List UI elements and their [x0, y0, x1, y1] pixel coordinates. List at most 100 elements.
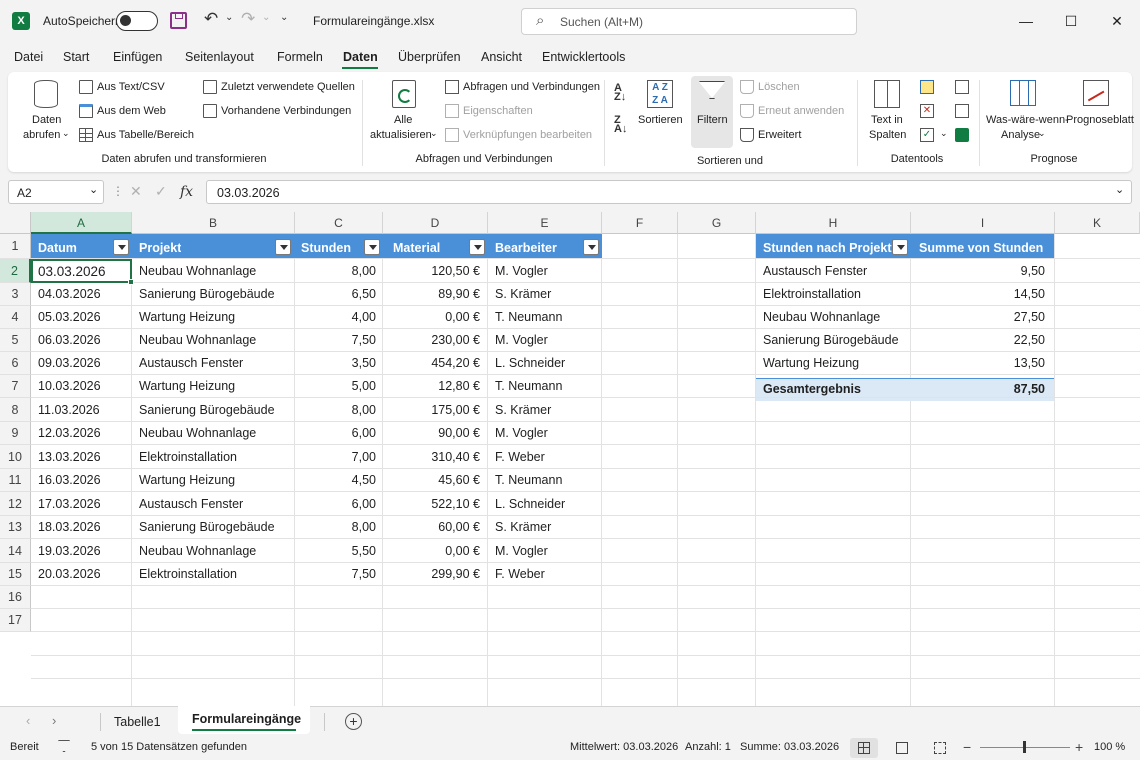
pivot-row-value[interactable]: 22,50	[911, 333, 1045, 347]
column-header-f[interactable]: F	[602, 212, 678, 234]
verknuepfungen-bearbeiten-button[interactable]: Verknüpfungen bearbeiten	[445, 128, 592, 142]
filter-dropdown-stunden[interactable]	[364, 239, 380, 255]
sort-az-icon[interactable]: A Z↓	[614, 83, 626, 103]
cell-bearbeiter[interactable]: S. Krämer	[495, 520, 595, 534]
filter-dropdown-projekt[interactable]	[275, 239, 291, 255]
cell-material[interactable]: 310,40 €	[386, 450, 480, 464]
tab-start[interactable]: Start	[63, 50, 89, 64]
tab-entwicklertools[interactable]: Entwicklertools	[542, 50, 625, 64]
tab-seitenlayout[interactable]: Seitenlayout	[185, 50, 254, 64]
column-header-g[interactable]: G	[678, 212, 756, 234]
row-header[interactable]: 1	[0, 234, 31, 259]
zoom-in-button[interactable]: +	[1075, 739, 1083, 755]
text-in-spalten-button[interactable]: Text in Spalten	[864, 78, 910, 144]
cell-bearbeiter[interactable]: T. Neumann	[495, 310, 595, 324]
cell-material[interactable]: 89,90 €	[386, 287, 480, 301]
pivot-row-value[interactable]: 14,50	[911, 287, 1045, 301]
pivot-row-label[interactable]: Sanierung Bürogebäude	[763, 333, 899, 347]
prognoseblatt-button[interactable]: Prognoseblatt	[1064, 78, 1134, 130]
cell-bearbeiter[interactable]: L. Schneider	[495, 497, 595, 511]
add-sheet-button[interactable]: +	[345, 713, 362, 730]
redo-icon[interactable]: ↷	[241, 9, 255, 29]
relationships-icon[interactable]	[955, 104, 969, 118]
tab-daten[interactable]: Daten	[343, 50, 378, 64]
cell-datum[interactable]: 12.03.2026	[38, 426, 126, 440]
maximize-button[interactable]: ☐	[1048, 0, 1094, 42]
cell-projekt[interactable]: Sanierung Bürogebäude	[139, 520, 289, 534]
daten-abrufen-button[interactable]: Daten abrufen ⌄	[20, 78, 72, 144]
cell-stunden[interactable]: 7,00	[298, 450, 376, 464]
column-header-h[interactable]: H	[756, 212, 911, 234]
cell-datum[interactable]: 04.03.2026	[38, 287, 126, 301]
tab-ansicht[interactable]: Ansicht	[481, 50, 522, 64]
cell-bearbeiter[interactable]: T. Neumann	[495, 379, 595, 393]
normal-view-button[interactable]	[850, 738, 878, 758]
cell-bearbeiter[interactable]: F. Weber	[495, 567, 595, 581]
cell-projekt[interactable]: Sanierung Bürogebäude	[139, 287, 289, 301]
cell-material[interactable]: 0,00 €	[386, 310, 480, 324]
undo-dropdown-icon[interactable]: ⌄	[225, 12, 233, 23]
select-all-corner[interactable]	[0, 212, 31, 234]
cell-material[interactable]: 299,90 €	[386, 567, 480, 581]
cell-material[interactable]: 12,80 €	[386, 379, 480, 393]
column-header-i[interactable]: I	[911, 212, 1055, 234]
column-header-e[interactable]: E	[488, 212, 602, 234]
cell-datum[interactable]: 19.03.2026	[38, 544, 126, 558]
cell-projekt[interactable]: Neubau Wohnanlage	[139, 426, 289, 440]
status-summe[interactable]: Summe: 03.03.2026	[740, 741, 839, 753]
column-header-d[interactable]: D	[383, 212, 488, 234]
row-header[interactable]: 11	[0, 469, 31, 492]
filter-dropdown-datum[interactable]	[113, 239, 129, 255]
cell-datum[interactable]: 20.03.2026	[38, 567, 126, 581]
cell-projekt[interactable]: Neubau Wohnanlage	[139, 544, 289, 558]
tab-ueberpruefen[interactable]: Überprüfen	[398, 50, 461, 64]
cell-bearbeiter[interactable]: F. Weber	[495, 450, 595, 464]
remove-duplicates-icon[interactable]: ✕	[920, 104, 934, 118]
cell-projekt[interactable]: Sanierung Bürogebäude	[139, 403, 289, 417]
column-header-a[interactable]: A	[31, 212, 132, 234]
cell-bearbeiter[interactable]: T. Neumann	[495, 473, 595, 487]
cell-stunden[interactable]: 5,50	[298, 544, 376, 558]
tab-einfuegen[interactable]: Einfügen	[113, 50, 162, 64]
pivot-row-value[interactable]: 27,50	[911, 310, 1045, 324]
pivot-row-label[interactable]: Elektroinstallation	[763, 287, 861, 301]
row-header[interactable]: 5	[0, 329, 31, 352]
was-waere-wenn-button[interactable]: Was-wäre-wenn- Analyse ⌄	[984, 78, 1069, 144]
cell-datum[interactable]: 06.03.2026	[38, 333, 126, 347]
column-header-c[interactable]: C	[295, 212, 383, 234]
erweitert-button[interactable]: Erweitert	[740, 128, 801, 142]
column-header-k[interactable]: K	[1055, 212, 1140, 234]
filter-dropdown-bearbeiter[interactable]	[583, 239, 599, 255]
cell-datum[interactable]: 10.03.2026	[38, 379, 126, 393]
scroll-right-icon[interactable]: ›	[52, 713, 56, 728]
eigenschaften-button[interactable]: Eigenschaften	[445, 104, 533, 118]
cell-projekt[interactable]: Austausch Fenster	[139, 356, 289, 370]
aus-tabelle-button[interactable]: Aus Tabelle/Bereich	[79, 128, 194, 142]
cell-datum[interactable]: 11.03.2026	[38, 403, 126, 417]
pivot-total-label[interactable]: Gesamtergebnis	[763, 382, 861, 396]
row-header[interactable]: 4	[0, 306, 31, 329]
row-header[interactable]: 15	[0, 563, 31, 586]
cell-datum[interactable]: 17.03.2026	[38, 497, 126, 511]
sheet-tab-tabelle1[interactable]: Tabelle1	[114, 715, 161, 729]
cell-stunden[interactable]: 4,00	[298, 310, 376, 324]
cell-projekt[interactable]: Elektroinstallation	[139, 450, 289, 464]
save-icon[interactable]	[170, 12, 187, 29]
quick-access-customize-icon[interactable]: ⌄	[280, 12, 288, 23]
enter-icon[interactable]: ✓	[155, 183, 167, 200]
sortieren-button[interactable]: A ZZ A Sortieren	[638, 78, 683, 130]
cell-material[interactable]: 0,00 €	[386, 544, 480, 558]
cell-stunden[interactable]: 3,50	[298, 356, 376, 370]
cell-bearbeiter[interactable]: M. Vogler	[495, 544, 595, 558]
status-mittelwert[interactable]: Mittelwert: 03.03.2026	[570, 741, 678, 753]
zoom-slider-thumb[interactable]	[1023, 741, 1026, 753]
abfragen-verbindungen-button[interactable]: Abfragen und Verbindungen	[445, 80, 600, 94]
flash-fill-icon[interactable]	[920, 80, 934, 94]
cell-stunden[interactable]: 5,00	[298, 379, 376, 393]
minimize-button[interactable]: —	[1003, 0, 1049, 42]
cell-stunden[interactable]: 6,00	[298, 426, 376, 440]
tab-formeln[interactable]: Formeln	[277, 50, 323, 64]
row-header[interactable]: 16	[0, 586, 31, 609]
formula-bar-handle-icon[interactable]: ⋮	[112, 184, 124, 198]
aus-text-csv-button[interactable]: Aus Text/CSV	[79, 80, 165, 94]
